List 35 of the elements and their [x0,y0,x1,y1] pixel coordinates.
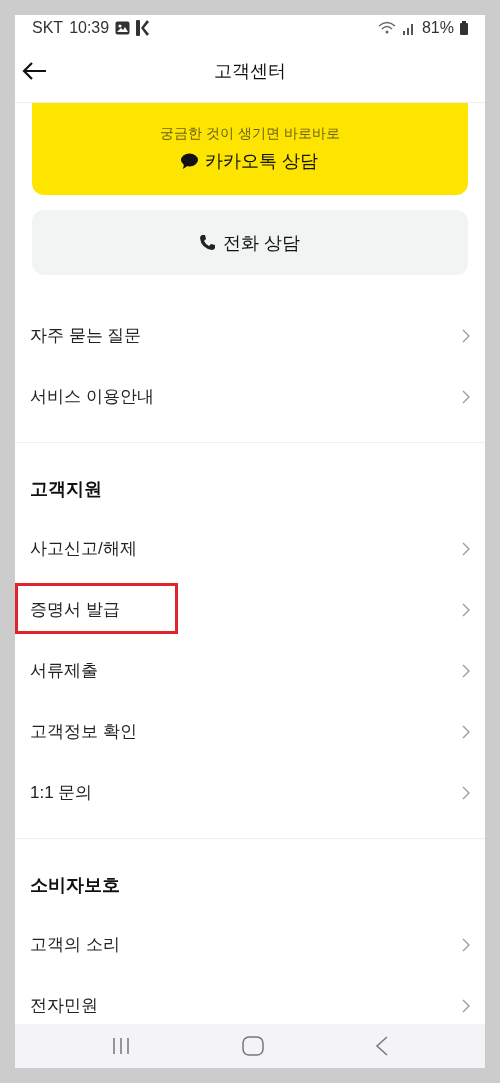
chevron-right-icon [462,785,470,800]
battery-level: 81% [421,18,454,37]
menu-item[interactable]: 자주 묻는 질문 [15,305,485,366]
menu-item[interactable]: 사고신고/해제 [15,518,485,579]
menu-item[interactable]: 1:1 문의 [15,762,485,823]
chevron-right-icon [462,663,470,678]
chevron-right-icon [462,724,470,739]
menu-item[interactable]: 증명서 발급 [15,579,485,640]
chevron-right-icon [462,328,470,343]
gallery-icon [115,20,131,35]
battery-icon [460,20,468,35]
section-heading: 소비자보호 [29,874,121,896]
speech-bubble-icon [181,153,199,169]
menu-item[interactable]: 서비스 이용안내 [15,366,485,427]
chevron-right-icon [462,937,470,952]
chevron-right-icon [462,541,470,556]
clock: 10:39 [69,18,110,37]
wifi-icon [377,20,396,35]
home-button[interactable] [242,1036,264,1056]
chevron-right-icon [462,998,470,1013]
section-heading: 고객지원 [29,478,103,500]
chevron-right-icon [462,602,470,617]
back-arrow-icon [21,61,47,81]
menu-item[interactable]: 서류제출 [15,640,485,701]
k-logo-icon [136,19,150,36]
chevron-right-icon [462,389,470,404]
menu-item[interactable]: 고객정보 확인 [15,701,485,762]
phone-icon [199,234,217,251]
recent-apps-button[interactable] [110,1037,131,1055]
kakao-chat-button[interactable]: 궁금한 것이 생기면 바로바로 카카오톡 상담 [32,103,468,195]
page-title: 고객센터 [214,60,286,83]
carrier: SKT [32,18,64,37]
menu-item[interactable]: 고객의 소리 [15,914,485,975]
phone-call-button[interactable]: 전화 상담 [32,210,468,275]
menu-item[interactable]: 전자민원 [15,975,485,1024]
